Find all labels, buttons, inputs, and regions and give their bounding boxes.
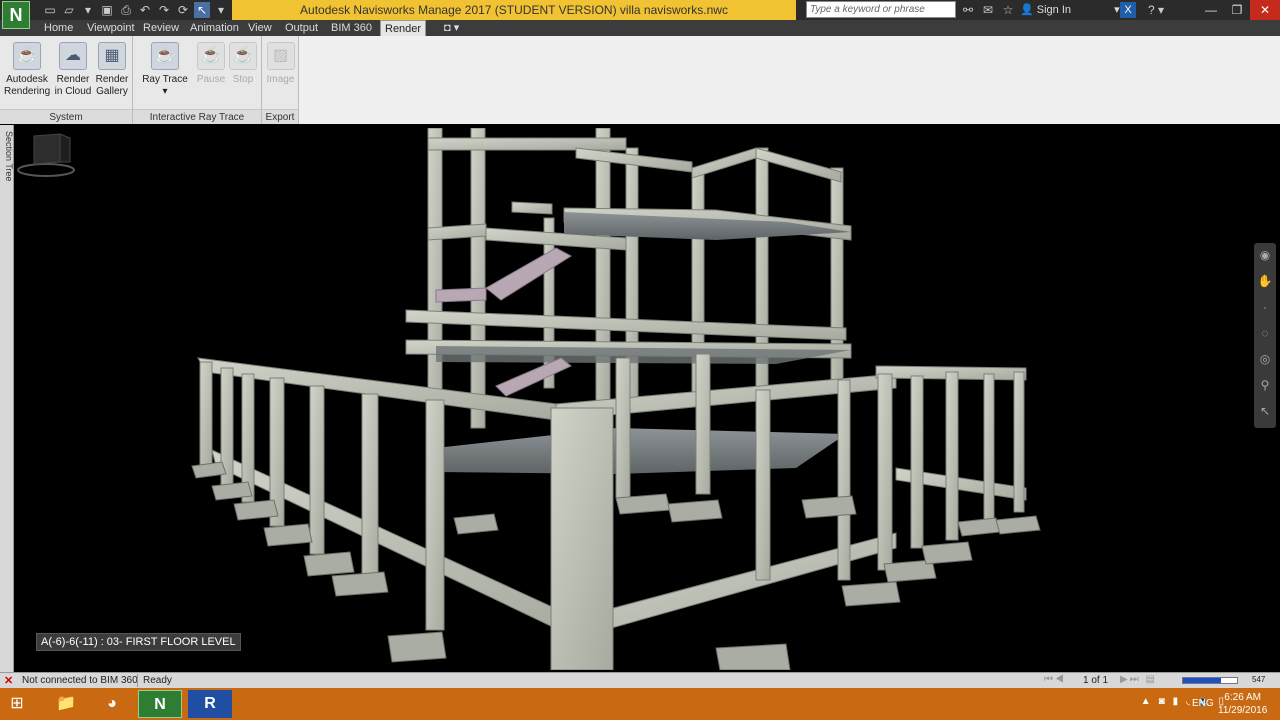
viewcube-icon[interactable]: [16, 128, 76, 180]
image-icon: ▨: [266, 42, 295, 70]
gallery-grid-icon: ▦: [98, 42, 126, 70]
tab-home[interactable]: Home: [40, 20, 77, 36]
building-model: [191, 128, 1041, 670]
tab-bim360[interactable]: BIM 360: [327, 20, 376, 36]
title-bar: ▭ ▱ ▾ ▣ ⎙ ↶ ↷ ⟳ ↖ ▾ Autodesk Navisworks …: [0, 0, 1280, 20]
save-icon[interactable]: ▣: [99, 2, 115, 18]
tab-animation[interactable]: Animation: [186, 20, 243, 36]
memory-value: 547: [1252, 675, 1266, 684]
tray-up-arrow-icon[interactable]: ▲: [1141, 696, 1151, 707]
chevron-down-icon: ▾: [1114, 4, 1120, 16]
refresh-icon[interactable]: ⟳: [175, 2, 191, 18]
network-signal-icon[interactable]: ▮: [1173, 696, 1179, 707]
tab-view[interactable]: View: [244, 20, 276, 36]
dropdown-icon[interactable]: ▾: [80, 2, 96, 18]
sign-in-label: Sign In: [1036, 4, 1072, 16]
application-menu-button[interactable]: N: [2, 1, 30, 29]
window-title: Autodesk Navisworks Manage 2017 (STUDENT…: [232, 0, 796, 20]
first-previous-sheet-icon[interactable]: ⏮◀: [1044, 674, 1066, 685]
error-icon: ✕: [4, 675, 14, 687]
look-icon[interactable]: ◎: [1254, 347, 1276, 371]
render-in-cloud-button[interactable]: ☁ Render in Cloud: [52, 42, 94, 98]
binoculars-icon[interactable]: ⚯: [960, 2, 976, 18]
print-icon[interactable]: ⎙: [118, 2, 134, 18]
qat-menu-icon[interactable]: ▾: [213, 2, 229, 18]
maximize-button[interactable]: ❐: [1224, 0, 1250, 20]
render-gallery-button[interactable]: ▦ Render Gallery: [92, 42, 132, 98]
close-button[interactable]: ✕: [1250, 0, 1280, 20]
revit-taskbar-icon[interactable]: R: [188, 690, 232, 718]
ribbon-panel: ☕ Autodesk Rendering ☁ Render in Cloud ▦…: [0, 36, 1280, 124]
export-image-button[interactable]: ▨ Image: [264, 42, 297, 86]
memory-meter: [1182, 677, 1238, 684]
taskbar: ⊞ 📁 ◕ N R ▲ ◙ ▮ ◟ 🔈 ▯ ENG 6:26 AM 11/29/…: [0, 688, 1280, 720]
pause-button[interactable]: ☕ Pause: [195, 42, 227, 86]
status-bar: ✕ Not connected to BIM 360 Ready ⏮◀ 1 of…: [0, 672, 1280, 688]
stop-icon: ☕: [229, 42, 257, 70]
search-input[interactable]: Type a keyword or phrase: [806, 1, 956, 18]
teapot-icon: ☕: [13, 42, 41, 70]
exchange-apps-icon[interactable]: X: [1120, 2, 1136, 18]
zoom-icon[interactable]: ·: [1254, 295, 1276, 319]
windows-start-icon[interactable]: ⊞: [6, 694, 28, 714]
redo-icon[interactable]: ↷: [156, 2, 172, 18]
level-label: A(-6)-6(-11) : 03- FIRST FLOOR LEVEL: [36, 633, 241, 651]
group-label-export: Export: [262, 109, 298, 124]
select-cursor-icon[interactable]: ↖: [194, 2, 210, 18]
tab-output[interactable]: Output: [281, 20, 322, 36]
3d-viewport[interactable]: ◉ ✋ · ◌ ◎ ⚲ ↖ A(-6)-6(-11) : 03- FIRST F…: [16, 128, 1278, 670]
language-indicator[interactable]: ENG: [1192, 698, 1214, 709]
lower-structure: [197, 353, 1027, 670]
chrome-icon[interactable]: ◕: [90, 690, 134, 718]
ray-trace-button[interactable]: ☕ Ray Trace ▾: [139, 42, 191, 98]
next-last-sheet-icon[interactable]: ▶⏭ ▤: [1120, 674, 1157, 685]
ribbon-tab-bar: Home Viewpoint Review Animation View Out…: [0, 20, 1280, 36]
pause-icon: ☕: [197, 42, 225, 70]
ribbon-group-export: ▨ Image Export: [262, 36, 299, 124]
section-tree-tab[interactable]: Section Tree: [0, 125, 14, 685]
tab-render[interactable]: Render: [380, 20, 427, 36]
walk-icon[interactable]: ⚲: [1254, 373, 1276, 397]
minimize-button[interactable]: —: [1198, 0, 1224, 20]
file-explorer-icon[interactable]: 📁: [44, 690, 88, 718]
comm-center-icon[interactable]: ✉: [980, 2, 996, 18]
select-icon[interactable]: ↖: [1254, 399, 1276, 423]
page-indicator: 1 of 1: [1083, 675, 1109, 686]
open-file-icon[interactable]: ▱: [61, 2, 77, 18]
help-icon[interactable]: ? ▾: [1148, 2, 1164, 18]
pan-hand-icon[interactable]: ✋: [1254, 269, 1276, 293]
favorites-star-icon[interactable]: ☆: [1000, 2, 1016, 18]
navisworks-taskbar-icon[interactable]: N: [138, 690, 182, 718]
memory-meter-fill: [1183, 678, 1221, 683]
bim360-status: Not connected to BIM 360: [22, 675, 138, 686]
new-file-icon[interactable]: ▭: [42, 2, 58, 18]
ribbon-group-ray-trace: ☕ Ray Trace ▾ ☕ Pause ☕ Stop Interactive…: [133, 36, 262, 124]
autodesk-rendering-button[interactable]: ☕ Autodesk Rendering: [4, 42, 50, 98]
sign-in-button[interactable]: 👤 Sign In ▾: [1020, 2, 1120, 18]
undo-icon[interactable]: ↶: [137, 2, 153, 18]
user-icon: 👤: [1020, 4, 1034, 16]
quick-access-toolbar: ▭ ▱ ▾ ▣ ⎙ ↶ ↷ ⟳ ↖ ▾: [36, 2, 229, 18]
group-label-ray-trace: Interactive Ray Trace: [133, 109, 261, 124]
orbit-icon[interactable]: ◌: [1254, 321, 1276, 345]
wifi-icon[interactable]: ◟: [1186, 696, 1190, 707]
group-label-system: System: [0, 109, 132, 124]
ray-trace-teapot-icon: ☕: [151, 42, 179, 70]
acrobat-icon[interactable]: ◙: [1159, 696, 1165, 707]
tab-review[interactable]: Review: [139, 20, 183, 36]
ribbon-minimize-icon[interactable]: ◘ ▾: [440, 20, 463, 36]
clock[interactable]: 6:26 AM 11/29/2016: [1218, 691, 1267, 717]
tab-viewpoint[interactable]: Viewpoint: [83, 20, 139, 36]
steering-wheel-icon[interactable]: ◉: [1254, 243, 1276, 267]
cloud-teapot-icon: ☁: [59, 42, 87, 70]
navigation-bar: ◉ ✋ · ◌ ◎ ⚲ ↖: [1254, 243, 1276, 428]
stop-button[interactable]: ☕ Stop: [227, 42, 259, 86]
ready-status: Ready: [143, 675, 172, 686]
ribbon-group-system: ☕ Autodesk Rendering ☁ Render in Cloud ▦…: [0, 36, 133, 124]
